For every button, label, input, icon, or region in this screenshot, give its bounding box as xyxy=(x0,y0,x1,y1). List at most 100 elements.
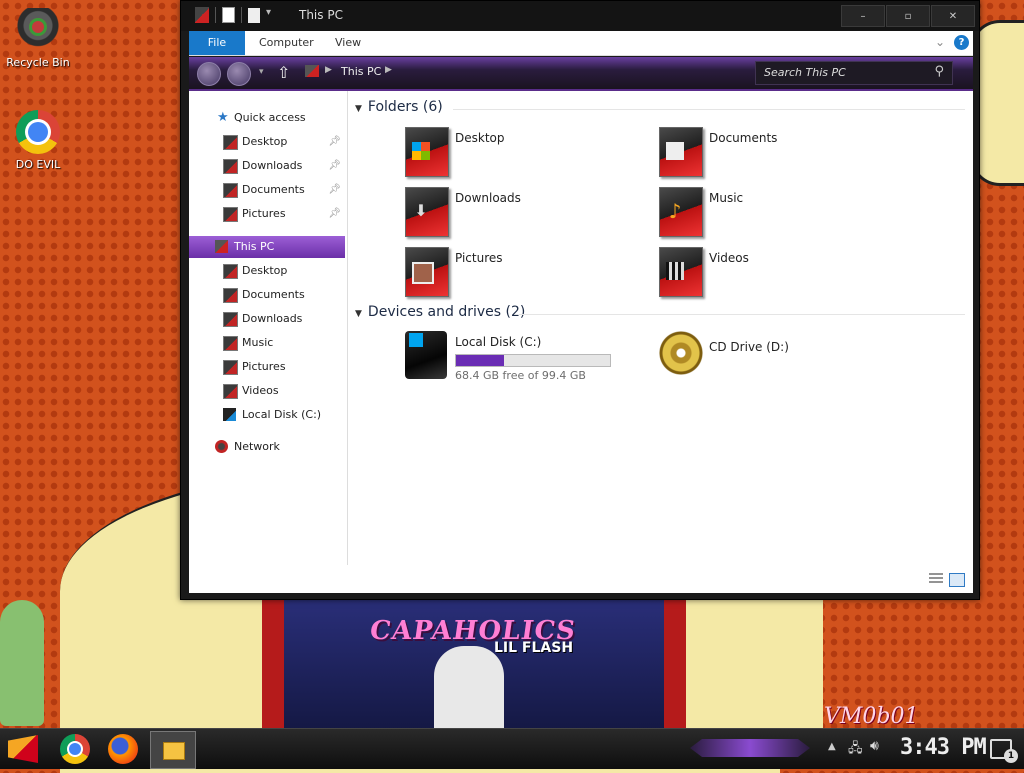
folder-name: Desktop xyxy=(455,131,505,145)
recent-locations-icon[interactable]: ▾ xyxy=(259,67,264,77)
folder-name: Documents xyxy=(709,131,778,145)
sidebar-item-qa-documents[interactable]: Documents 📌︎ xyxy=(189,179,345,201)
clock[interactable]: 3:43 PM xyxy=(900,735,987,760)
sidebar-item-downloads[interactable]: Downloads xyxy=(189,308,345,330)
expand-ribbon-icon[interactable]: ⌄ xyxy=(935,35,945,49)
file-explorer-icon[interactable] xyxy=(150,731,196,769)
sidebar-item-pictures[interactable]: Pictures xyxy=(189,356,345,378)
folder-icon xyxy=(195,7,209,23)
drive-free-space: 68.4 GB free of 99.4 GB xyxy=(455,369,586,382)
breadcrumb-separator-icon[interactable]: ▶ xyxy=(325,65,332,75)
desktop-icon-recycle-bin[interactable]: Recycle Bin xyxy=(0,8,76,69)
taskbar-decoration xyxy=(690,739,810,757)
close-button[interactable]: ✕ xyxy=(931,5,975,27)
toolbar-divider xyxy=(215,7,216,23)
up-arrow-icon[interactable]: ⇧ xyxy=(277,63,290,82)
desktop-icon-label: DO EVIL xyxy=(15,158,61,171)
sidebar-item-documents[interactable]: Documents xyxy=(189,284,345,306)
chrome-icon xyxy=(16,110,60,154)
window-controls: – ▫ ✕ xyxy=(841,5,975,27)
pin-icon[interactable]: 📌︎ xyxy=(328,155,341,177)
sidebar-item-desktop[interactable]: Desktop xyxy=(189,260,345,282)
folder-tile-documents[interactable]: Documents xyxy=(659,127,899,181)
drive-tile-cd[interactable]: CD Drive (D:) xyxy=(659,331,899,385)
sidebar-item-this-pc[interactable]: This PC xyxy=(189,236,345,258)
back-button[interactable] xyxy=(197,62,221,86)
sidebar-item-label: Downloads xyxy=(242,159,303,172)
help-icon[interactable]: ? xyxy=(954,35,969,50)
content-area: ★ Quick access Desktop 📌︎ Downloads 📌︎ D… xyxy=(189,91,973,593)
large-icons-view-icon[interactable] xyxy=(949,573,965,587)
sidebar-item-label: Documents xyxy=(242,183,305,196)
show-hidden-icons-icon[interactable]: ▲ xyxy=(828,741,836,752)
sidebar-item-label: Pictures xyxy=(242,207,286,220)
sidebar-item-network[interactable]: Network xyxy=(189,436,345,458)
photo-icon xyxy=(412,262,434,284)
downloads-folder-icon: ⬇ xyxy=(405,187,449,237)
sidebar-item-qa-desktop[interactable]: Desktop 📌︎ xyxy=(189,131,345,153)
music-folder-icon: ♪ xyxy=(659,187,703,237)
folder-tile-videos[interactable]: Videos xyxy=(659,247,899,301)
pin-icon[interactable]: 📌︎ xyxy=(328,131,341,153)
search-box[interactable]: Search This PC ⚲ xyxy=(755,61,953,85)
devices-group-header[interactable]: ▼ Devices and drives (2) xyxy=(355,304,525,320)
folder-tile-pictures[interactable]: Pictures xyxy=(405,247,645,301)
collapse-icon[interactable]: ▼ xyxy=(355,309,362,319)
network-status-icon[interactable]: 🖧︎ xyxy=(848,739,863,761)
collapse-icon[interactable]: ▼ xyxy=(355,104,362,114)
desktop-icon-do-evil[interactable]: DO EVIL xyxy=(0,110,76,171)
this-pc-icon xyxy=(305,65,319,77)
navigation-pane: ★ Quick access Desktop 📌︎ Downloads 📌︎ D… xyxy=(189,91,348,565)
desktop-folder-icon xyxy=(223,135,238,150)
tab-computer[interactable]: Computer xyxy=(259,31,314,55)
sidebar-item-qa-pictures[interactable]: Pictures 📌︎ xyxy=(189,203,345,225)
tab-view[interactable]: View xyxy=(335,31,361,55)
sidebar-item-label: Videos xyxy=(242,384,279,397)
sidebar-item-quick-access[interactable]: ★ Quick access xyxy=(189,107,345,129)
hard-disk-icon xyxy=(405,331,447,379)
album-artist: LIL FLASH xyxy=(494,640,574,656)
group-divider xyxy=(453,109,965,110)
volume-icon[interactable]: 🔊︎ xyxy=(870,738,879,754)
pin-icon[interactable]: 📌︎ xyxy=(328,203,341,225)
quick-access-toolbar: ▾ xyxy=(195,7,271,23)
firefox-icon[interactable] xyxy=(108,734,138,764)
folder-tile-downloads[interactable]: ⬇ Downloads xyxy=(405,187,645,241)
folder-tile-desktop[interactable]: Desktop xyxy=(405,127,645,181)
folder-tile-music[interactable]: ♪ Music xyxy=(659,187,899,241)
start-icon[interactable] xyxy=(8,735,38,763)
sidebar-item-label: Documents xyxy=(242,288,305,301)
group-divider xyxy=(519,314,965,315)
maximize-button[interactable]: ▫ xyxy=(886,5,930,27)
taskbar: ▲ 🖧︎ 🔊︎ 3:43 PM 1 xyxy=(0,728,1024,769)
pictures-folder-icon xyxy=(405,247,449,297)
forward-button[interactable] xyxy=(227,62,251,86)
tab-file[interactable]: File xyxy=(189,31,245,55)
title-bar[interactable]: ▾ This PC – ▫ ✕ xyxy=(181,1,979,31)
pin-icon[interactable]: 📌︎ xyxy=(328,179,341,201)
sidebar-item-local-disk[interactable]: Local Disk (C:) xyxy=(189,404,345,426)
folder-name: Downloads xyxy=(455,191,521,205)
breadcrumb-separator-icon[interactable]: ▶ xyxy=(385,65,392,75)
sidebar-item-label: Network xyxy=(234,440,280,453)
details-view-icon[interactable] xyxy=(929,573,943,585)
folders-group-header[interactable]: ▼ Folders (6) xyxy=(355,99,443,115)
drive-name: CD Drive (D:) xyxy=(709,340,789,354)
sidebar-item-videos[interactable]: Videos xyxy=(189,380,345,402)
chrome-icon[interactable] xyxy=(60,734,90,764)
properties-icon[interactable] xyxy=(222,7,235,23)
sidebar-item-music[interactable]: Music xyxy=(189,332,345,354)
new-folder-icon[interactable] xyxy=(248,7,260,23)
sidebar-item-qa-downloads[interactable]: Downloads 📌︎ xyxy=(189,155,345,177)
customize-toolbar-icon[interactable]: ▾ xyxy=(266,7,271,23)
breadcrumb-this-pc[interactable]: This PC xyxy=(341,65,381,78)
sidebar-item-label: Local Disk (C:) xyxy=(242,408,322,421)
minimize-button[interactable]: – xyxy=(841,5,885,27)
wallpaper-watermark: VM0b01 xyxy=(824,704,919,729)
music-folder-icon xyxy=(223,336,238,351)
drive-name: Local Disk (C:) xyxy=(455,335,542,349)
sidebar-item-label: Desktop xyxy=(242,135,288,148)
drive-usage-fill xyxy=(456,355,504,366)
drive-tile-local-disk[interactable]: Local Disk (C:) 68.4 GB free of 99.4 GB xyxy=(405,331,645,385)
address-bar[interactable]: ▶ This PC ▶ xyxy=(299,61,739,83)
